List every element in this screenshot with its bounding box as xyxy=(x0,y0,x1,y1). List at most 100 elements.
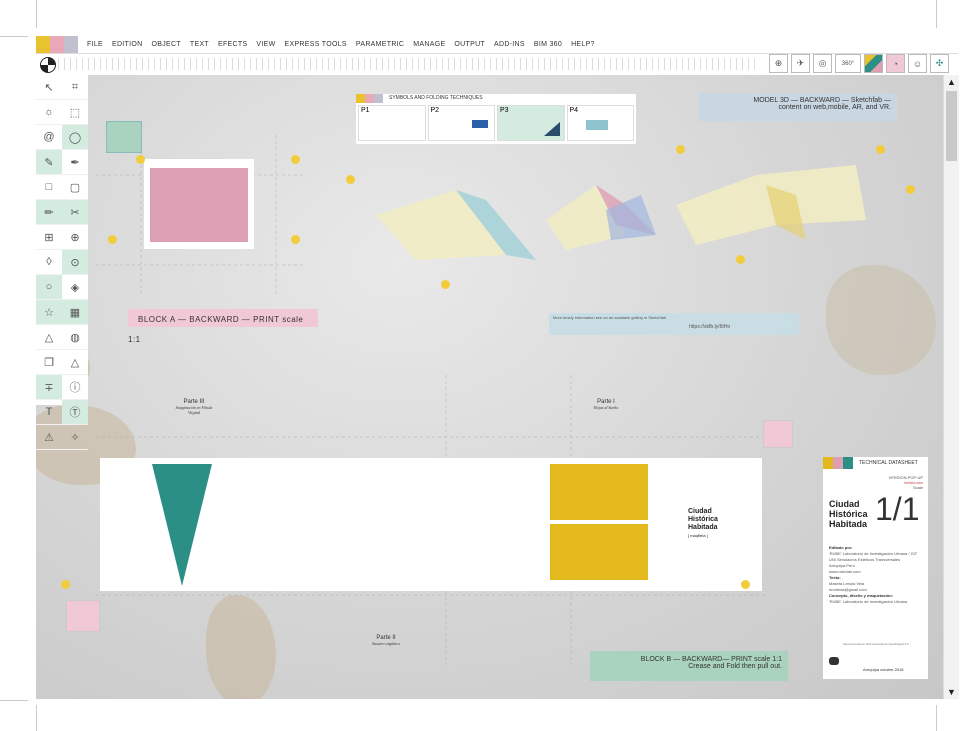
layers-icon[interactable]: ◈ xyxy=(62,275,88,300)
crop-mark xyxy=(936,0,937,28)
pinwheel-icon[interactable]: ✣ xyxy=(930,54,949,73)
printer-icon[interactable] xyxy=(106,121,142,153)
info-bar-text: More timely information see on an availa… xyxy=(553,315,667,320)
marker-pin[interactable] xyxy=(291,155,300,164)
marker-pin[interactable] xyxy=(676,145,685,154)
cover-title: Ciudad Histórica Habitada [ maqfleta ] xyxy=(688,508,718,540)
marker-pin[interactable] xyxy=(108,235,117,244)
datasheet-title-2: Histórica xyxy=(829,509,868,519)
marker-pin[interactable] xyxy=(741,580,750,589)
color-swatch-yellow xyxy=(36,36,50,53)
ruler xyxy=(58,58,758,70)
cover-sub: [ maqfleta ] xyxy=(688,533,708,538)
globe-icon[interactable]: ⊕ xyxy=(769,54,788,73)
crop-mark xyxy=(36,705,37,731)
part-1: Parte I Hojas al Sueño xyxy=(586,399,626,410)
folding-panel: SYMBOLS AND FOLDING TECHNIQUES P1 P2 P3 … xyxy=(356,94,636,144)
shapes-icon[interactable]: △ xyxy=(36,325,62,350)
satellite-icon[interactable]: ✈ xyxy=(791,54,810,73)
marker-pin[interactable] xyxy=(291,235,300,244)
wand-icon[interactable]: ✧ xyxy=(62,425,88,450)
pink-card-icon[interactable] xyxy=(763,420,793,448)
grid-icon[interactable]: ▦ xyxy=(62,300,88,325)
pink-printer-icon[interactable] xyxy=(66,600,100,632)
crop-mark xyxy=(0,36,28,37)
menu-bim-360[interactable]: BIM 360 xyxy=(534,41,562,48)
pencil-icon[interactable]: ✏ xyxy=(36,200,62,225)
head-ar-icon[interactable]: ☺ xyxy=(908,54,927,73)
text-icon[interactable]: T xyxy=(36,400,62,425)
marker-pin[interactable] xyxy=(136,155,145,164)
marker-pin[interactable] xyxy=(346,175,355,184)
datasheet-title-3: Habitada xyxy=(829,519,868,529)
menu-express-tools[interactable]: EXPRESS TOOLS xyxy=(285,41,347,48)
transform-icon[interactable]: ⊞ xyxy=(36,225,62,250)
scroll-up-icon[interactable]: ▲ xyxy=(944,75,959,89)
globe-tool-icon[interactable]: ◍ xyxy=(62,325,88,350)
marker-pin[interactable] xyxy=(906,185,915,194)
menu-output[interactable]: OUTPUT xyxy=(454,41,485,48)
block-b-sheet[interactable]: Ciudad Histórica Habitada [ maqfleta ] xyxy=(100,458,762,591)
block-b-line2: Crease and Fold then pull out. xyxy=(688,663,782,670)
circle-icon[interactable]: ○ xyxy=(36,275,62,300)
crosshair-icon[interactable]: ⊕ xyxy=(62,225,88,250)
marquee-icon[interactable]: ⬚ xyxy=(62,100,88,125)
menu-efects[interactable]: EFECTS xyxy=(218,41,247,48)
menu-edition[interactable]: EDITION xyxy=(112,41,143,48)
drawing-canvas[interactable]: SYMBOLS AND FOLDING TECHNIQUES P1 P2 P3 … xyxy=(36,75,943,699)
brush-icon[interactable]: ✎ xyxy=(36,150,62,175)
pen-icon[interactable]: ✒ xyxy=(62,150,88,175)
datasheet-license: Reconocimiento-NoComercial-Compartirigua… xyxy=(843,642,909,646)
marker-pin[interactable] xyxy=(736,255,745,264)
drop-icon[interactable]: ◊ xyxy=(36,250,62,275)
marker-pin[interactable] xyxy=(61,580,70,589)
menu-view[interactable]: VIEW xyxy=(256,41,275,48)
path-icon[interactable]: ⊙ xyxy=(62,250,88,275)
info-icon[interactable]: ⓘ xyxy=(62,375,88,400)
vertical-scrollbar[interactable]: ▲ ▼ xyxy=(943,75,959,699)
menu-add-ins[interactable]: ADD-INS xyxy=(494,41,525,48)
square-icon[interactable]: □ xyxy=(36,175,62,200)
crop-icon[interactable]: ⌗ xyxy=(62,75,88,100)
select-arrow-icon[interactable]: ↖ xyxy=(36,75,62,100)
model3d-label[interactable]: MODEL 3D — BACKWARD — Sketchfab — conten… xyxy=(699,93,897,121)
info-bar-url[interactable]: https://skfb.ly/6tHo xyxy=(689,324,730,330)
part-2-sub: Susurro orgánico xyxy=(372,641,400,646)
model-3d-drawing xyxy=(376,165,866,260)
menu-manage[interactable]: MANAGE xyxy=(413,41,445,48)
cube-icon[interactable] xyxy=(864,54,883,73)
vr-headset-icon[interactable]: ◔ xyxy=(886,54,905,73)
model3d-line1: MODEL 3D — BACKWARD — Sketchfab — xyxy=(753,97,891,104)
frame-icon[interactable]: ▢ xyxy=(62,175,88,200)
menu-text[interactable]: TEXT xyxy=(190,41,209,48)
spiral-icon[interactable]: @ xyxy=(36,125,62,150)
menu-parametric[interactable]: PARAMETRIC xyxy=(356,41,404,48)
fold-step-4: P4 xyxy=(566,105,634,141)
crop-mark xyxy=(936,705,937,731)
info-bar[interactable]: More timely information see on an availa… xyxy=(549,313,799,335)
scissors-icon[interactable]: ✂ xyxy=(62,200,88,225)
menu-object[interactable]: OBJECT xyxy=(151,41,180,48)
sun-icon[interactable]: ☼ xyxy=(36,100,62,125)
warning-icon[interactable]: ⚠ xyxy=(36,425,62,450)
datasheet-scale: 1/1 xyxy=(875,491,920,527)
crop-mark xyxy=(36,0,37,28)
text-vertical-icon[interactable]: Ⓣ xyxy=(62,400,88,425)
triangle-icon[interactable]: △ xyxy=(62,350,88,375)
target-icon[interactable]: ◎ xyxy=(813,54,832,73)
copy-icon[interactable]: ❐ xyxy=(36,350,62,375)
scroll-down-icon[interactable]: ▼ xyxy=(944,685,959,699)
block-a-label[interactable]: BLOCK A — BACKWARD — PRINT scale 1:1 xyxy=(128,309,318,344)
star-icon[interactable]: ☆ xyxy=(36,300,62,325)
scroll-thumb[interactable] xyxy=(946,91,957,161)
datasheet-design: 'RUBE' Laboratorio de Investigación Urba… xyxy=(829,599,908,604)
marker-pin[interactable] xyxy=(876,145,885,154)
menu-file[interactable]: FILE xyxy=(87,41,103,48)
marker-pin[interactable] xyxy=(441,280,450,289)
lasso-icon[interactable]: ◯ xyxy=(62,125,88,150)
block-a-sheet[interactable] xyxy=(144,159,254,249)
menu-help[interactable]: HELP? xyxy=(571,41,595,48)
align-icon[interactable]: ∓ xyxy=(36,375,62,400)
view-360-icon[interactable]: 360° xyxy=(835,54,861,73)
block-b-label[interactable]: BLOCK B — BACKWARD— PRINT scale 1:1 Crea… xyxy=(590,651,788,681)
